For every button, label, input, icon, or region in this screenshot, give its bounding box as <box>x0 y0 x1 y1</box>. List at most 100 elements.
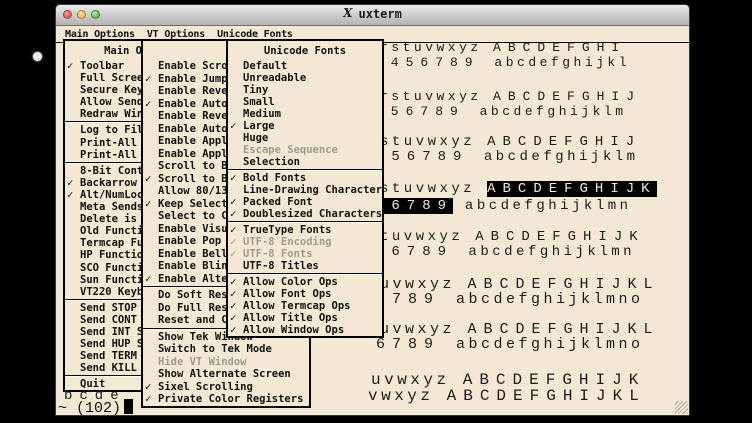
menu-item-private-color-registers[interactable]: ✓ Private Color Registers <box>143 393 309 406</box>
menu-item-label: TrueType Fonts <box>243 224 332 236</box>
shell-prompt: ~ (102) <box>58 399 134 416</box>
terminal-text: abcdefghijklmno <box>456 291 644 308</box>
desktop: Xuxterm Main Options VT Options Unicode Fo… <box>0 0 752 423</box>
unicode-fonts-menu: Unicode Fonts Default Unreadable Tiny Small M… <box>226 39 384 338</box>
terminal-text-line: 456789 abcdefghijklm <box>376 149 639 165</box>
terminal-text: 456789 <box>376 104 480 119</box>
terminal-text-line: stuvwxyz ABCDEFGHIJ <box>380 134 641 150</box>
menu-item-label: UTF-8 Encoding <box>243 236 332 248</box>
menu-item-show-alternate-screen[interactable]: Show Alternate Screen <box>143 368 309 381</box>
menu-item-label: Selection <box>243 156 300 168</box>
checkmark-icon: ✓ <box>230 236 237 248</box>
terminal-text: abcdefghijklmn <box>468 244 636 260</box>
menu-item-escape-sequence: Escape Sequence <box>228 144 382 156</box>
terminal-text-line: 6789 abcdefghijklmno <box>376 336 644 353</box>
menu-item-label: Hide VT Window <box>158 355 247 368</box>
menu-item-selection[interactable]: Selection <box>228 156 382 168</box>
menu-item-label: Allow Termcap Ops <box>243 300 351 312</box>
menu-item-doublesized-characters[interactable]: ✓ Doublesized Characters <box>228 208 382 220</box>
menu-item-allow-color-ops[interactable]: ✓ Allow Color Ops <box>228 276 382 288</box>
selected-text: 56789 <box>376 198 454 214</box>
terminal-text: rstuvwxyz <box>380 40 494 55</box>
menu-item-allow-window-ops[interactable]: ✓ Allow Window Ops <box>228 324 382 336</box>
checkmark-icon: ✓ <box>67 176 74 189</box>
menu-item-large[interactable]: ✓ Large <box>228 120 382 132</box>
menu-item-allow-termcap-ops[interactable]: ✓ Allow Termcap Ops <box>228 300 382 312</box>
checkmark-icon: ✓ <box>230 276 237 288</box>
terminal-text-line: rstuvwxyz ABCDEFGHIJ <box>380 89 641 104</box>
menu-item-label: Line-Drawing Characters <box>243 184 384 196</box>
menu-item-medium[interactable]: Medium <box>228 108 382 120</box>
checkmark-icon: ✓ <box>67 60 74 72</box>
menu-item-bold-fonts[interactable]: ✓ Bold Fonts <box>228 172 382 184</box>
menu-item-hide-vt-window: Hide VT Window <box>143 356 309 369</box>
menu-item-label: Large <box>243 120 275 132</box>
menu-item-label: Bold Fonts <box>243 172 307 184</box>
checkmark-icon: ✓ <box>230 208 237 220</box>
menu-item-utf-8-fonts: ✓ UTF-8 Fonts <box>228 248 382 260</box>
terminal-text-line: 56789 abcdefghijklmn <box>376 198 632 214</box>
terminal-text: 56789 <box>376 244 469 260</box>
terminal-text: stuvwxyz <box>380 181 488 197</box>
menu-item-default[interactable]: Default <box>228 60 382 72</box>
menu-item-label: Packed Font <box>243 196 313 208</box>
resize-grip[interactable] <box>675 401 688 414</box>
desktop-dot <box>33 52 42 61</box>
terminal-text-line: 456789 abcdefghijklm <box>376 104 627 119</box>
menu-item-line-drawing-characters[interactable]: Line-Drawing Characters <box>228 184 382 196</box>
menu-item-label: Small <box>243 96 275 108</box>
terminal-text-line: 6789 abcdefghijklmno <box>376 291 644 308</box>
menu-item-label: Switch to Tek Mode <box>158 343 272 355</box>
menu-item-sixel-scrolling[interactable]: ✓ Sixel Scrolling <box>143 381 309 394</box>
checkmark-icon: ✓ <box>230 288 237 300</box>
menu-item-label: Huge <box>243 132 269 144</box>
terminal-text-line: tuvwxyz ABCDEFGHIJK <box>380 229 645 245</box>
menu-item-label: Doublesized Characters <box>243 208 383 220</box>
menu-item-utf-8-titles[interactable]: UTF-8 Titles <box>228 260 382 272</box>
menu-item-small[interactable]: Small <box>228 96 382 108</box>
menu-item-unreadable[interactable]: Unreadable <box>228 72 382 84</box>
menu-item-label: Private Color Registers <box>158 393 304 405</box>
menu-item-huge[interactable]: Huge <box>228 132 382 144</box>
checkmark-icon: ✓ <box>145 97 152 110</box>
menu-item-label: Toolbar <box>80 60 125 72</box>
terminal-text-line: rstuvwxyz ABCDEFGHI <box>380 40 626 55</box>
terminal-text: abcdefghijklm <box>483 149 639 165</box>
menu-item-label: Unreadable <box>243 72 307 84</box>
menu-item-label: Allow Window Ops <box>243 324 345 336</box>
checkmark-icon: ✓ <box>145 272 152 285</box>
menu-item-label: UTF-8 Titles <box>243 260 319 272</box>
menu-item-allow-font-ops[interactable]: ✓ Allow Font Ops <box>228 288 382 300</box>
checkmark-icon: ✓ <box>145 72 152 85</box>
checkmark-icon: ✓ <box>145 197 152 210</box>
menu-item-packed-font[interactable]: ✓ Packed Font <box>228 196 382 208</box>
terminal-text-line: vwxyz ABCDEFGHIJKL <box>368 387 646 405</box>
terminal-text: ABCDEFGHIJK <box>475 229 645 245</box>
terminal-text: abcdefghijklm <box>479 104 627 119</box>
checkmark-icon: ✓ <box>230 224 237 236</box>
checkmark-icon: ✓ <box>145 393 152 405</box>
menu-item-tiny[interactable]: Tiny <box>228 84 382 96</box>
menu-item-label: Show Alternate Screen <box>158 368 291 380</box>
terminal-text: rstuvwxyz <box>380 89 494 104</box>
menu-item-allow-title-ops[interactable]: ✓ Allow Title Ops <box>228 312 382 324</box>
checkmark-icon: ✓ <box>67 188 74 201</box>
terminal-text: stuvwxyz <box>380 134 488 150</box>
terminal-text: abcdefghijklmn <box>453 198 632 214</box>
menu-item-switch-to-tek-mode[interactable]: Switch to Tek Mode <box>143 343 309 356</box>
checkmark-icon: ✓ <box>230 248 237 260</box>
terminal-text: 6789 <box>376 336 457 353</box>
checkmark-icon: ✓ <box>145 380 152 393</box>
menu-item-label: Tiny <box>243 84 269 96</box>
terminal-text: 3456789 <box>376 55 495 70</box>
menu-item-label: Sixel Scrolling <box>158 380 253 393</box>
menu-item-label: Medium <box>243 108 281 120</box>
prompt-text: ~ (102) <box>58 400 122 416</box>
menu-item-label: Log to File <box>80 124 150 137</box>
checkmark-icon: ✓ <box>145 172 152 185</box>
selected-text: ABCDEFGHIJK <box>487 181 657 197</box>
menu-item-truetype-fonts[interactable]: ✓ TrueType Fonts <box>228 224 382 236</box>
unicode-fonts-menu-title: Unicode Fonts <box>263 45 347 57</box>
terminal-text: tuvwxyz <box>380 229 476 245</box>
terminal-text: abcdefghijklmno <box>456 336 644 353</box>
